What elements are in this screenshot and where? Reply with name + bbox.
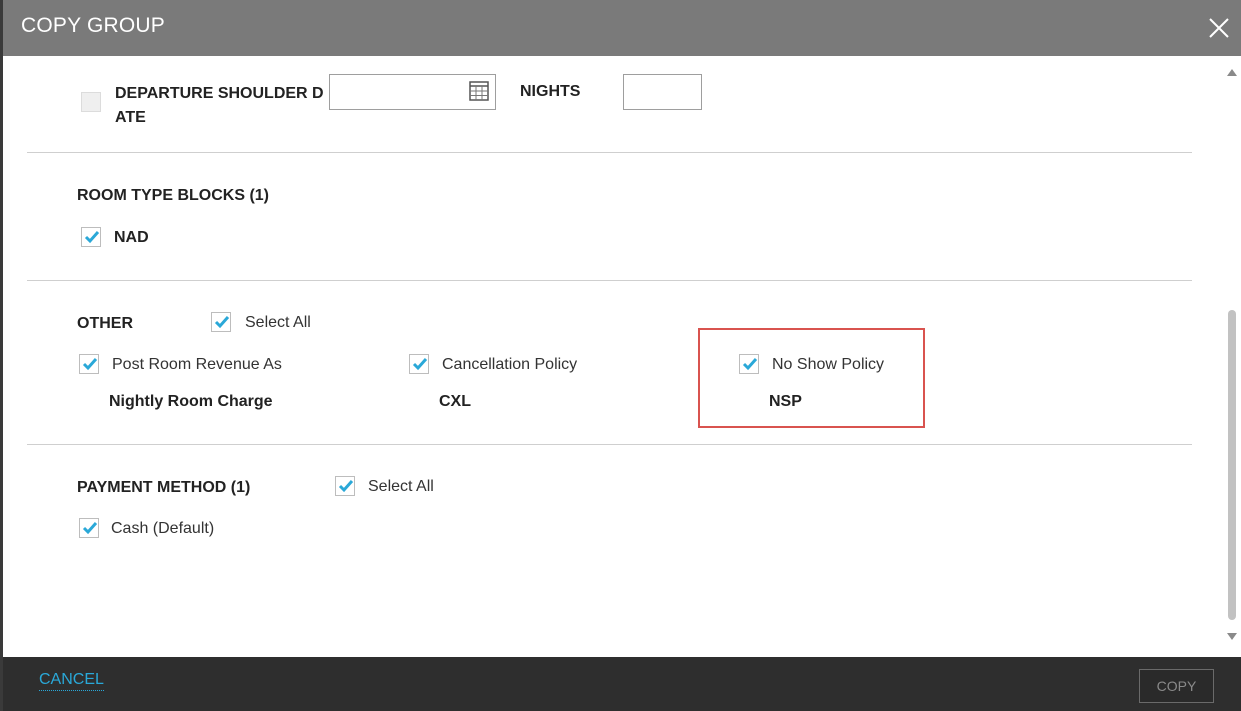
divider [27, 444, 1192, 445]
checkmark-icon [82, 522, 98, 535]
vertical-scrollbar[interactable] [1223, 56, 1241, 657]
post-room-revenue-label: Post Room Revenue As [112, 356, 282, 373]
cancel-button[interactable]: CANCEL [39, 671, 104, 691]
other-select-all-checkbox[interactable] [211, 312, 231, 332]
departure-date-input[interactable] [329, 74, 496, 110]
dialog-title: COPY GROUP [21, 14, 165, 37]
dialog-footer: CANCEL COPY [3, 657, 1241, 711]
divider [27, 152, 1192, 153]
checkmark-icon [412, 358, 428, 371]
cash-default-label: Cash (Default) [111, 520, 215, 537]
checkmark-icon [82, 358, 98, 371]
scrollbar-thumb[interactable] [1228, 310, 1236, 620]
scroll-up-icon[interactable] [1227, 69, 1237, 76]
no-show-policy-checkbox[interactable] [739, 354, 759, 374]
no-show-policy-value: NSP [769, 393, 802, 410]
cancellation-policy-label: Cancellation Policy [442, 356, 578, 373]
checkmark-icon [742, 358, 758, 371]
copy-group-dialog: COPY GROUP DEPARTURE SHOULDER D ATE NIGH… [3, 0, 1241, 711]
post-room-revenue-checkbox[interactable] [79, 354, 99, 374]
payment-select-all-label: Select All [368, 478, 434, 495]
dialog-content[interactable]: DEPARTURE SHOULDER D ATE NIGHTS ROOM TYP… [3, 56, 1241, 657]
no-show-policy-highlight [698, 328, 925, 428]
no-show-policy-label: No Show Policy [772, 356, 885, 373]
post-room-revenue-value: Nightly Room Charge [109, 393, 273, 410]
departure-shoulder-label-line2: ATE [115, 109, 146, 126]
nad-checkbox[interactable] [81, 227, 101, 247]
calendar-icon[interactable] [469, 81, 489, 101]
checkmark-icon [338, 480, 354, 493]
nights-label: NIGHTS [520, 83, 581, 100]
payment-method-heading: PAYMENT METHOD (1) [77, 479, 251, 496]
close-icon[interactable] [1207, 16, 1231, 40]
checkmark-icon [84, 231, 100, 244]
cash-default-checkbox[interactable] [79, 518, 99, 538]
other-heading: OTHER [77, 315, 133, 332]
departure-shoulder-checkbox[interactable] [81, 92, 101, 112]
divider [27, 280, 1192, 281]
checkmark-icon [214, 316, 230, 329]
scroll-down-icon[interactable] [1227, 633, 1237, 640]
other-select-all-label: Select All [245, 314, 311, 331]
nad-label: NAD [114, 229, 149, 246]
cancellation-policy-value: CXL [439, 393, 471, 410]
departure-shoulder-label-line1: DEPARTURE SHOULDER D [115, 85, 324, 102]
departure-shoulder-label: DEPARTURE SHOULDER D ATE [115, 82, 324, 130]
dialog-titlebar: COPY GROUP [3, 0, 1241, 56]
payment-select-all-checkbox[interactable] [335, 476, 355, 496]
cancellation-policy-checkbox[interactable] [409, 354, 429, 374]
nights-input[interactable] [623, 74, 702, 110]
copy-button[interactable]: COPY [1139, 669, 1214, 703]
room-type-blocks-heading: ROOM TYPE BLOCKS (1) [77, 187, 270, 204]
